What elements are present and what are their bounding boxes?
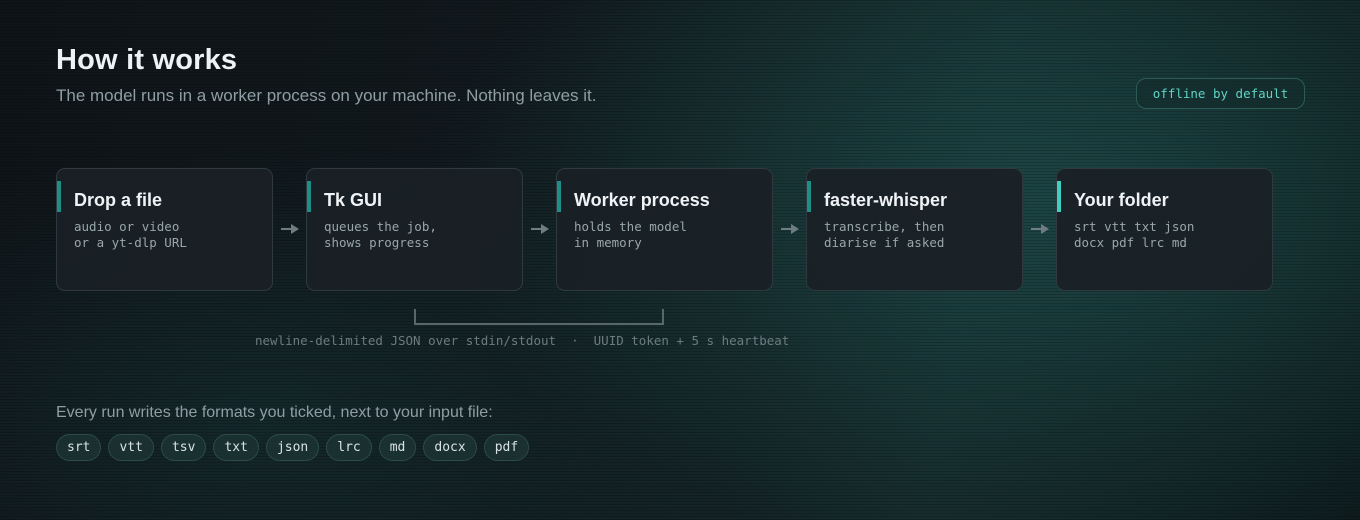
step-description: transcribe, then diarise if asked — [824, 219, 945, 250]
step-drop-file: Drop a file audio or video or a yt-dlp U… — [56, 168, 273, 291]
format-chip-txt: txt — [213, 434, 259, 461]
step-title: faster-whisper — [824, 190, 948, 210]
step-worker-process: Worker process holds the model in memory — [556, 168, 773, 291]
step-description: holds the model in memory — [574, 219, 687, 250]
step-description: audio or video or a yt-dlp URL — [74, 219, 187, 250]
arrow-right-icon — [531, 224, 549, 234]
step-accent-bar — [57, 181, 61, 212]
page-title: How it works — [56, 44, 238, 76]
step-title: Tk GUI — [324, 190, 383, 210]
format-chip-vtt: vtt — [108, 434, 154, 461]
step-accent-bar — [1057, 181, 1061, 212]
step-tk-gui: Tk GUI queues the job, shows progress — [306, 168, 523, 291]
format-chip-md: md — [378, 434, 417, 461]
ipc-bracket — [414, 309, 664, 325]
protocol-note: newline-delimited JSON over stdin/stdout… — [255, 333, 790, 348]
offline-badge: offline by default — [1136, 78, 1305, 109]
page-subtitle: The model runs in a worker process on yo… — [56, 86, 597, 105]
step-title: Your folder — [1074, 190, 1169, 210]
step-title: Drop a file — [74, 190, 163, 210]
arrow-right-icon — [281, 224, 299, 234]
format-chip-pdf: pdf — [483, 434, 530, 461]
format-chip-docx: docx — [423, 434, 477, 461]
step-faster-whisper: faster-whisper transcribe, then diarise … — [806, 168, 1023, 291]
step-accent-bar — [307, 181, 311, 212]
format-chip-list: srt vtt tsv txt json lrc md docx pdf — [56, 434, 530, 461]
arrow-right-icon — [1031, 224, 1049, 234]
step-your-folder: Your folder srt vtt txt json docx pdf lr… — [1056, 168, 1273, 291]
format-chip-json: json — [265, 434, 320, 461]
step-description: srt vtt txt json docx pdf lrc md — [1074, 219, 1195, 250]
format-chip-lrc: lrc — [326, 434, 372, 461]
arrow-right-icon — [781, 224, 799, 234]
step-accent-bar — [807, 181, 811, 212]
step-accent-bar — [557, 181, 561, 212]
format-chip-tsv: tsv — [160, 434, 207, 461]
step-description: queues the job, shows progress — [324, 219, 437, 250]
formats-intro: Every run writes the formats you ticked,… — [56, 404, 493, 421]
format-chip-srt: srt — [56, 434, 102, 461]
step-title: Worker process — [574, 190, 710, 210]
